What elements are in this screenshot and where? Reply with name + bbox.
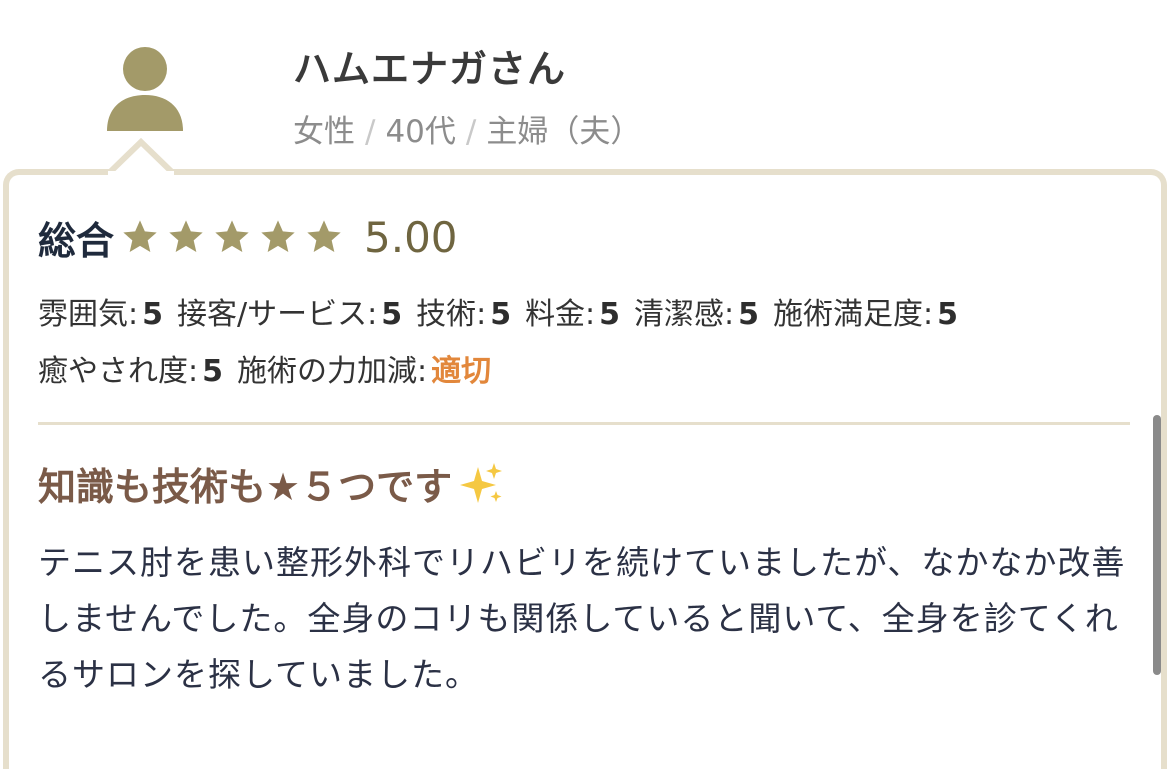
rating-label: 雰囲気:	[38, 297, 139, 332]
rating-value: 5	[738, 297, 760, 332]
category-ratings: 雰囲気: 5 接客/サービス: 5 技術: 5 料金: 5 清潔感: 5 施術満足度: 5癒やされ度:…	[38, 286, 1138, 400]
rating-item: 接客/サービス: 5	[177, 286, 402, 343]
rating-value: 5	[202, 354, 223, 389]
rating-value: 適切	[431, 354, 492, 389]
rating-value: 5	[490, 297, 512, 332]
rating-label: 施術満足度:	[773, 297, 934, 332]
overall-rating: 総合 5.00	[38, 212, 458, 263]
rating-value: 5	[381, 297, 403, 332]
sparkles-icon	[460, 462, 503, 503]
star-icon	[307, 220, 341, 252]
rating-item: 施術の力加減: 適切	[237, 343, 491, 400]
reviewer-meta: 女性/40代 / 主婦（夫）	[293, 106, 641, 151]
meta-separator: /	[465, 114, 477, 150]
rating-item: 雰囲気: 5	[38, 286, 163, 343]
rating-label: 清潔感:	[634, 297, 735, 332]
user-avatar-icon	[107, 47, 183, 131]
rating-item: 技術: 5	[416, 286, 511, 343]
rating-label: 技術:	[416, 297, 487, 332]
star-icon	[123, 220, 157, 252]
review-body: テニス肘を患い整形外科でリハビリを続けていましたが、なかなか改善しませんでした。…	[38, 543, 1126, 694]
review-title-text: 知識も技術も★５つです	[38, 465, 453, 509]
overall-label: 総合	[38, 218, 115, 263]
review-title: 知識も技術も★５つです	[38, 456, 506, 511]
reviewer-occupation: 主婦（夫）	[486, 114, 642, 150]
divider	[38, 422, 1130, 425]
star-icon	[215, 220, 249, 252]
rating-label: 癒やされ度:	[38, 354, 199, 389]
overall-score: 5.00	[364, 212, 458, 262]
reviewer-name: ハムエナガさん	[293, 47, 567, 91]
rating-label: 施術の力加減:	[236, 354, 428, 389]
rating-item: 清潔感: 5	[634, 286, 759, 343]
scrollbar[interactable]	[1153, 415, 1161, 675]
star-rating	[120, 217, 350, 257]
rating-value: 5	[937, 297, 959, 332]
star-icon	[169, 220, 203, 252]
rating-item: 料金: 5	[525, 286, 620, 343]
meta-separator: /	[365, 114, 376, 150]
rating-label: 料金:	[525, 297, 596, 332]
reviewer-gender: 女性	[293, 114, 355, 150]
star-icon	[261, 220, 295, 252]
rating-label: 接客/サービス:	[176, 297, 378, 332]
reviewer-age: 40代	[385, 114, 456, 150]
rating-item: 施術満足度: 5	[773, 286, 958, 343]
rating-value: 5	[142, 297, 163, 332]
rating-value: 5	[599, 297, 621, 332]
rating-item: 癒やされ度: 5	[38, 343, 223, 400]
card-pointer	[108, 138, 174, 176]
